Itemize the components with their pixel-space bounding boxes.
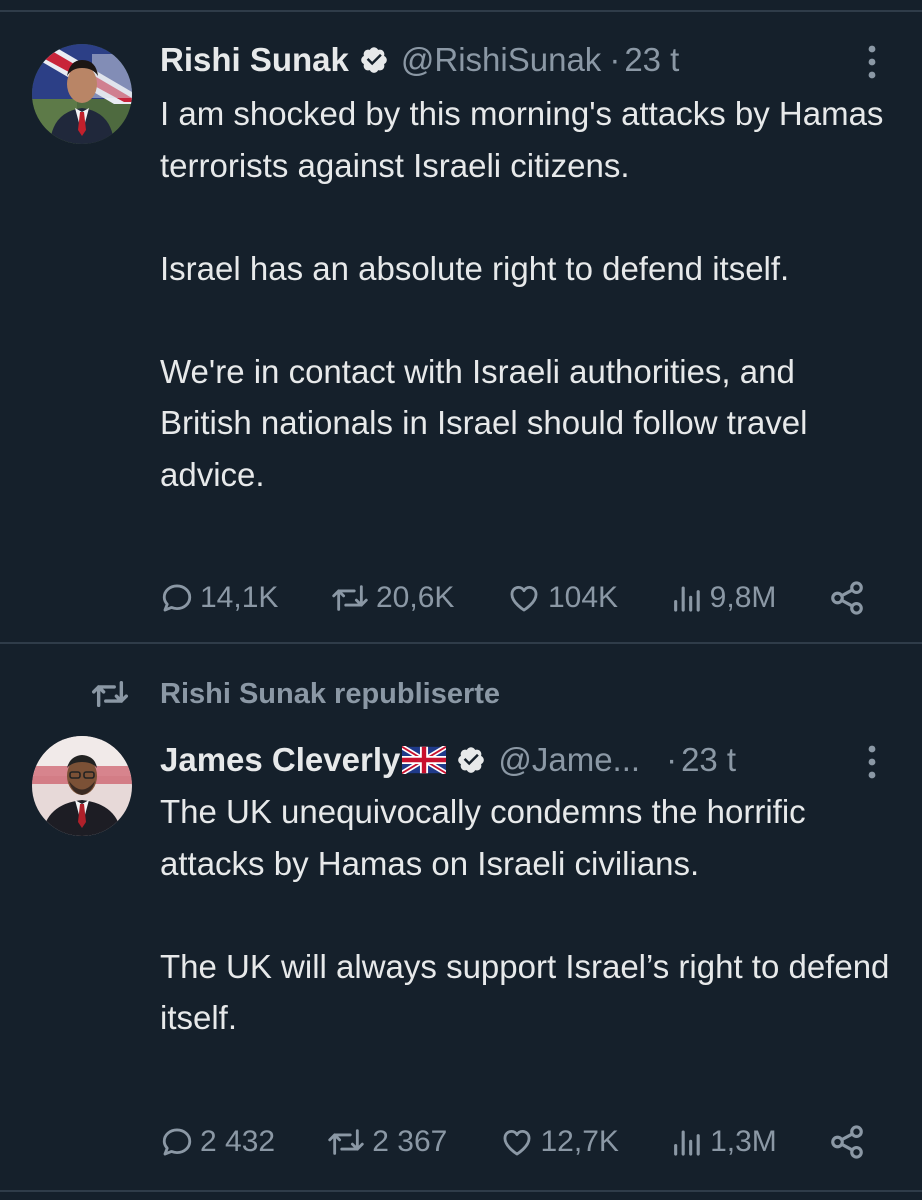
uk-flag-emoji [402, 746, 447, 774]
share-button[interactable] [828, 1123, 866, 1161]
tweet-divider [0, 1190, 922, 1192]
timestamp[interactable]: 23 t [624, 41, 679, 79]
reply-icon [162, 1128, 192, 1156]
reply-count: 14,1K [200, 581, 279, 614]
tweet-text: The UK unequivocally condemns the horrif… [160, 786, 894, 1044]
repost-count: 2 367 [372, 1125, 448, 1158]
share-icon [831, 581, 863, 615]
tweet-paragraph: The UK unequivocally condemns the horrif… [160, 793, 806, 882]
verified-badge-icon [458, 747, 485, 773]
reply-count: 2 432 [200, 1125, 276, 1158]
avatar[interactable] [32, 44, 132, 144]
tweet-paragraph: We're in contact with Israeli authoritie… [160, 352, 808, 493]
avatar-portrait-image [32, 736, 132, 836]
views-chart-icon [674, 1130, 700, 1156]
reply-button[interactable]: 14,1K [160, 581, 278, 615]
repost-button[interactable]: 20,6K [330, 581, 454, 615]
views-chart-icon [673, 586, 700, 612]
heart-icon [510, 585, 538, 612]
repost-count: 20,6K [376, 581, 455, 614]
separator-dot: · [666, 741, 678, 778]
tweet-paragraph: The UK will always support Israel’s righ… [160, 947, 890, 1037]
like-button[interactable]: 12,7K [499, 1125, 619, 1159]
tweet-paragraph: Israel has an absolute right to defend i… [160, 249, 790, 287]
tweet-rishi-sunak[interactable]: Rishi Sunak @RishiSunak · 23 t I am shoc… [0, 12, 922, 642]
separator-dot: · [609, 41, 621, 78]
like-count: 104K [548, 581, 619, 614]
tweet-actions: 14,1K 20,6K 104K 9,8M [160, 576, 866, 620]
heart-icon [503, 1129, 530, 1156]
like-count: 12,7K [540, 1125, 619, 1158]
author-name[interactable]: James Cleverly [160, 741, 400, 779]
tweet-james-cleverly[interactable]: Rishi Sunak republiserte James Cleverly [0, 644, 922, 1190]
more-options-icon[interactable] [862, 40, 882, 84]
repost-icon [92, 680, 128, 708]
author-handle[interactable]: @Jame... [498, 741, 640, 779]
tweet-header: James Cleverly @Jame... · 23 t [160, 738, 882, 782]
tweet-actions: 2 432 2 367 12,7K 1,3M [160, 1120, 866, 1164]
timestamp[interactable]: 23 t [681, 741, 736, 779]
repost-context[interactable]: Rishi Sunak republiserte [90, 674, 500, 714]
avatar-portrait-image [32, 44, 132, 144]
views-count: 1,3M [710, 1125, 777, 1158]
repost-context-label: Rishi Sunak republiserte [160, 677, 501, 710]
avatar[interactable] [32, 736, 132, 836]
reply-icon [162, 584, 192, 612]
tweet-paragraph: I am shocked by this morning's attacks b… [160, 95, 884, 184]
share-icon [831, 1125, 863, 1159]
repost-icon [332, 585, 368, 611]
share-button[interactable] [828, 579, 866, 617]
author-handle[interactable]: @RishiSunak [401, 41, 601, 79]
like-button[interactable]: 104K [506, 581, 618, 615]
views-count: 9,8M [709, 581, 777, 614]
reply-button[interactable]: 2 432 [160, 1125, 275, 1159]
tweet-header: Rishi Sunak @RishiSunak · 23 t [160, 38, 882, 82]
tweet-text: I am shocked by this morning's attacks b… [160, 88, 894, 500]
more-options-icon[interactable] [862, 740, 882, 784]
verified-badge-icon [361, 47, 387, 73]
views-button[interactable]: 1,3M [670, 1125, 777, 1159]
views-button[interactable]: 9,8M [670, 581, 777, 615]
repost-button[interactable]: 2 367 [326, 1125, 447, 1159]
repost-icon [328, 1129, 364, 1155]
author-name[interactable]: Rishi Sunak [160, 41, 349, 79]
